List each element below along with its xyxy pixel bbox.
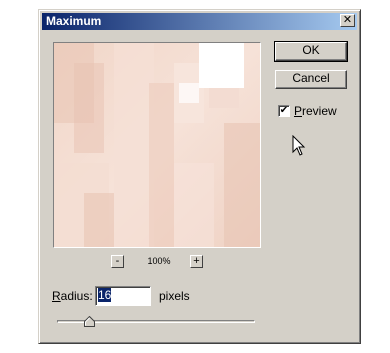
radius-label: Radius: bbox=[52, 289, 93, 303]
zoom-level: 100% bbox=[147, 256, 171, 266]
minus-icon: - bbox=[115, 255, 120, 267]
title-bar[interactable]: Maximum ✕ bbox=[42, 13, 357, 30]
mouse-cursor-icon bbox=[292, 135, 306, 156]
ok-button[interactable]: OK bbox=[274, 41, 348, 62]
cancel-button[interactable]: Cancel bbox=[275, 70, 347, 89]
close-icon: ✕ bbox=[342, 14, 353, 26]
radius-value: 16 bbox=[98, 288, 112, 302]
close-button[interactable]: ✕ bbox=[340, 14, 355, 27]
preview-skin-texture bbox=[54, 43, 260, 247]
zoom-in-button[interactable]: + bbox=[190, 255, 203, 268]
plus-icon: + bbox=[193, 255, 200, 267]
radius-slider-thumb[interactable] bbox=[84, 316, 95, 327]
zoom-out-button[interactable]: - bbox=[111, 255, 124, 268]
checkmark-icon: ✔ bbox=[279, 105, 289, 116]
preview-checkbox[interactable]: ✔ bbox=[278, 105, 290, 117]
dialog-title: Maximum bbox=[46, 14, 102, 28]
pixels-unit-label: pixels bbox=[159, 289, 190, 303]
radius-input[interactable]: 16 bbox=[95, 286, 151, 306]
maximum-dialog: Maximum ✕ - 100% + OK Cancel ✔ Preview R… bbox=[38, 9, 361, 344]
preview-image[interactable] bbox=[53, 42, 261, 248]
preview-label[interactable]: Preview bbox=[294, 104, 337, 118]
